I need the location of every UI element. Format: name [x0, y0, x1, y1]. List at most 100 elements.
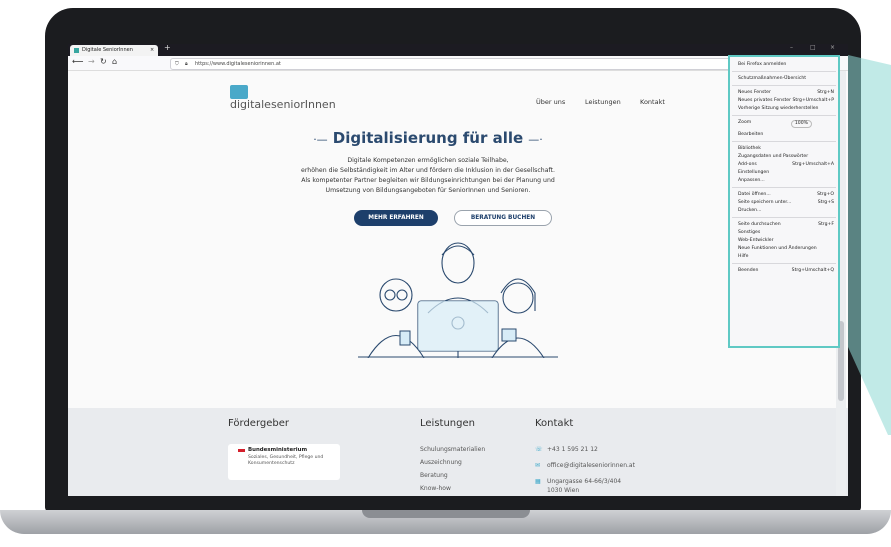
menu-label: Neues Fenster: [738, 90, 771, 95]
footer-link-auszeichnung[interactable]: Auszeichnung: [420, 459, 462, 466]
footer-link-know-how[interactable]: Know-how: [420, 485, 451, 492]
menu-item-settings[interactable]: Einstellungen: [738, 169, 834, 177]
menu-label: Hilfe: [738, 254, 749, 259]
menu-separator: [732, 217, 836, 218]
menu-item-find[interactable]: Seite durchsuchen Strg+F: [738, 221, 834, 229]
nav-kontakt[interactable]: Kontakt: [640, 98, 665, 106]
menu-shortcut: Strg+Umschalt+Q: [791, 268, 834, 273]
firefox-app-menu: Bei Firefox anmelden Schutzmaßnahmen-Übe…: [728, 55, 840, 348]
menu-item-whats-new[interactable]: Neue Funktionen und Änderungen: [738, 245, 834, 253]
reload-icon[interactable]: ↻: [100, 57, 107, 66]
menu-shortcut: Strg+Umschalt+A: [792, 162, 834, 167]
hero-line-4: Umsetzung von Bildungsangeboten für Seni…: [325, 187, 531, 194]
nav-ueber-uns[interactable]: Über uns: [536, 98, 565, 106]
menu-item-signin[interactable]: Bei Firefox anmelden: [738, 61, 834, 69]
footer-link-beratung[interactable]: Beratung: [420, 472, 448, 479]
hero-line-2: erhöhen die Selbständigkeit im Alter und…: [301, 167, 555, 174]
menu-label: Web-Entwickler: [738, 238, 774, 243]
hero-line-3: Als kompetenter Partner begleiten wir Bi…: [301, 177, 555, 184]
menu-item-library[interactable]: Bibliothek: [738, 145, 834, 153]
ministry-logo-card[interactable]: Bundesministerium Soziales, Gesundheit, …: [228, 444, 340, 480]
lock-icon: 🔒︎: [185, 61, 188, 67]
hero-heading: ·— Digitalisierung für alle —·: [218, 128, 638, 147]
right-dash: —·: [528, 133, 543, 146]
phone-icon: ☏: [535, 446, 543, 453]
menu-separator: [732, 263, 836, 264]
favicon-icon: [74, 48, 79, 53]
footer-email[interactable]: office@digitaleseniorinnen.at: [547, 462, 635, 469]
nav-leistungen[interactable]: Leistungen: [585, 98, 621, 106]
left-dash: ·—: [313, 133, 328, 146]
menu-item-help[interactable]: Hilfe: [738, 253, 834, 261]
menu-label: Zoom: [738, 120, 752, 125]
menu-item-save-page[interactable]: Seite speichern unter... Strg+S: [738, 199, 834, 207]
menu-shortcut: Strg+N: [817, 90, 834, 95]
menu-item-edit[interactable]: Bearbeiten: [738, 131, 834, 139]
menu-item-more[interactable]: Sonstiges: [738, 229, 834, 237]
menu-label: Anpassen...: [738, 178, 765, 183]
beratung-buchen-button[interactable]: BERATUNG BUCHEN: [454, 210, 552, 226]
laptop-screen: Digitale SeniorInnen × + – □ × ⟵ → ↻ ⌂ ⛉…: [68, 44, 848, 496]
menu-item-quit[interactable]: Beenden Strg+Umschalt+Q: [738, 267, 834, 275]
menu-item-print[interactable]: Drucken...: [738, 207, 834, 215]
building-icon: ▦: [535, 478, 541, 485]
menu-label: Drucken...: [738, 208, 762, 213]
mehr-erfahren-button[interactable]: MEHR ERFAHREN: [354, 210, 438, 226]
mail-icon: ✉: [535, 462, 541, 469]
menu-item-zoom[interactable]: Zoom 100%: [738, 119, 834, 128]
tab-title: Digitale SeniorInnen: [82, 47, 133, 53]
menu-item-web-developer[interactable]: Web-Entwickler: [738, 237, 834, 245]
footer: Fördergeber Bundesministerium Soziales, …: [68, 408, 848, 496]
menu-shortcut: Strg+Umschalt+P: [792, 98, 834, 103]
menu-separator: [732, 141, 836, 142]
url-text: https://www.digitaleseniorinnen.at: [195, 61, 281, 67]
home-icon[interactable]: ⌂: [112, 57, 117, 66]
zoom-reset-button[interactable]: 100%: [790, 120, 812, 128]
menu-separator: [732, 71, 836, 72]
menu-separator: [732, 187, 836, 188]
menu-label: Neue Funktionen und Änderungen: [738, 246, 817, 251]
footer-link-schulungsmaterialien[interactable]: Schulungsmaterialien: [420, 446, 485, 453]
menu-item-protections[interactable]: Schutzmaßnahmen-Übersicht: [738, 75, 834, 83]
browser-tab[interactable]: Digitale SeniorInnen ×: [70, 45, 158, 56]
window-close-icon[interactable]: ×: [830, 44, 835, 51]
new-tab-icon[interactable]: +: [164, 44, 171, 52]
hero-illustration: [358, 242, 558, 358]
menu-shortcut: Strg+F: [818, 222, 834, 227]
menu-label: Seite speichern unter...: [738, 200, 792, 205]
callout-beam: [848, 55, 891, 435]
ministry-title: Bundesministerium: [248, 447, 308, 453]
menu-item-passwords[interactable]: Zugangsdaten und Passwörter: [738, 153, 834, 161]
minimize-icon[interactable]: –: [790, 44, 793, 51]
maximize-icon[interactable]: □: [810, 44, 816, 51]
footer-foerdergeber-heading: Fördergeber: [228, 418, 289, 429]
menu-item-new-window[interactable]: Neues Fenster Strg+N: [738, 89, 834, 97]
menu-label: Bei Firefox anmelden: [738, 62, 787, 67]
menu-item-open-file[interactable]: Datei öffnen... Strg+O: [738, 191, 834, 199]
shield-icon: ⛉: [175, 61, 179, 67]
menu-item-restore-session[interactable]: Vorherige Sitzung wiederherstellen: [738, 105, 834, 113]
back-icon[interactable]: ⟵: [72, 57, 83, 66]
menu-label: Schutzmaßnahmen-Übersicht: [738, 76, 807, 81]
menu-label: Seite durchsuchen: [738, 222, 781, 227]
footer-phone[interactable]: +43 1 595 21 12: [547, 446, 598, 453]
menu-label: Bearbeiten: [738, 132, 764, 137]
url-bar[interactable]: ⛉ 🔒︎ https://www.digitaleseniorinnen.at: [170, 58, 732, 70]
menu-item-addons[interactable]: Add-ons Strg+Umschalt+A: [738, 161, 834, 169]
site-logo[interactable]: digitaleseniorInnen: [230, 98, 336, 111]
menu-label: Bibliothek: [738, 146, 761, 151]
menu-item-private-window[interactable]: Neues privates Fenster Strg+Umschalt+P: [738, 97, 834, 105]
menu-separator: [732, 85, 836, 86]
ministry-subtitle: Soziales, Gesundheit, Pflege und Konsume…: [248, 455, 324, 466]
menu-label: Beenden: [738, 268, 759, 273]
menu-shortcut: Strg+S: [817, 200, 834, 205]
menu-label: Neues privates Fenster: [738, 98, 791, 103]
menu-label: Vorherige Sitzung wiederherstellen: [738, 106, 819, 111]
forward-icon[interactable]: →: [88, 57, 95, 66]
footer-kontakt-heading: Kontakt: [535, 418, 574, 429]
logo-icon[interactable]: [230, 85, 248, 99]
austria-flag-icon: [238, 449, 245, 452]
menu-item-customize[interactable]: Anpassen...: [738, 177, 834, 185]
hero-line-1: Digitale Kompetenzen ermöglichen soziale…: [347, 157, 509, 164]
close-tab-icon[interactable]: ×: [150, 45, 154, 56]
